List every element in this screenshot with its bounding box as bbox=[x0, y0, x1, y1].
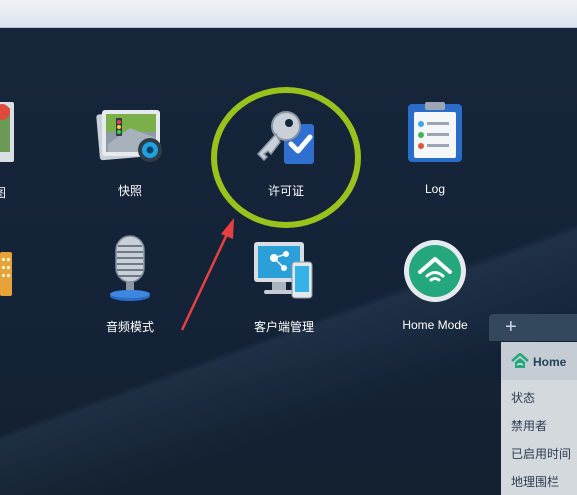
enabled-time-row-label: 已启用时间 bbox=[511, 447, 572, 461]
geofence-row-label: 地理围栏 bbox=[511, 475, 560, 489]
home-mode-widget: + Home 状态 禁用者 已启用时间 地理围栏 bbox=[489, 314, 577, 495]
widget-title: Home bbox=[533, 355, 567, 369]
home-icon bbox=[511, 353, 529, 368]
top-bar bbox=[0, 0, 577, 28]
status-row-label: 状态 bbox=[511, 391, 536, 405]
desktop: 图 快照 许可证 Log 音频模式 客户端管理 Home Mode + Home… bbox=[0, 28, 577, 495]
widget-header[interactable]: Home bbox=[501, 342, 577, 380]
widget-toolbar: + bbox=[489, 314, 577, 341]
disabled-by-row-label: 禁用者 bbox=[511, 419, 548, 433]
add-widget-button[interactable]: + bbox=[505, 315, 517, 339]
home-widget-card: Home 状态 禁用者 已启用时间 地理围栏 bbox=[501, 342, 577, 495]
